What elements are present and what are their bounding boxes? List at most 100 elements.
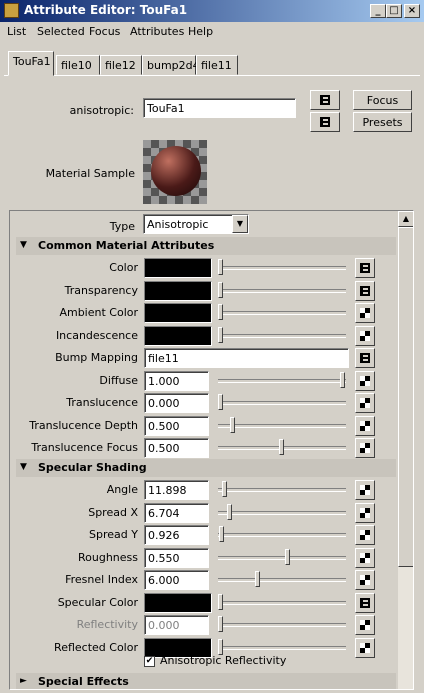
slider-handle[interactable]: [218, 259, 223, 275]
map-button[interactable]: [355, 592, 375, 613]
section-specular-shading[interactable]: ▼ Specular Shading: [16, 459, 396, 477]
scrollbar-thumb[interactable]: [398, 227, 413, 567]
value-field[interactable]: 0.926: [144, 525, 209, 545]
attr-label: Ambient Color: [59, 306, 138, 319]
value-slider[interactable]: [218, 371, 346, 388]
slider-handle[interactable]: [230, 416, 236, 433]
map-button[interactable]: [355, 280, 375, 301]
checker-map-icon: [360, 642, 370, 653]
map-button[interactable]: [355, 348, 375, 368]
checker-map-icon: [360, 308, 370, 318]
menu-selected[interactable]: Selected: [37, 25, 85, 38]
slider-handle[interactable]: [279, 439, 284, 455]
map-button[interactable]: [355, 303, 375, 323]
close-button[interactable]: ×: [404, 4, 420, 18]
color-swatch[interactable]: [144, 258, 212, 278]
value-field[interactable]: 0.000: [144, 615, 209, 635]
maya-app-icon: [4, 3, 19, 18]
slider-handle[interactable]: [218, 326, 223, 343]
map-button[interactable]: [355, 480, 375, 500]
value-field[interactable]: 0.000: [144, 393, 209, 413]
map-button[interactable]: [355, 525, 375, 545]
menu-list[interactable]: List: [7, 25, 26, 38]
node-name-field[interactable]: TouFa1: [143, 98, 296, 118]
value-slider[interactable]: [218, 326, 346, 343]
tab-toufa1[interactable]: TouFa1: [8, 51, 54, 76]
color-swatch[interactable]: [144, 592, 212, 613]
maximize-button[interactable]: □: [386, 4, 402, 18]
value-field[interactable]: 11.898: [144, 480, 209, 500]
tab-file10[interactable]: file10: [56, 55, 100, 75]
value-slider[interactable]: [218, 593, 346, 610]
value-slider[interactable]: [218, 394, 346, 410]
map-button[interactable]: [355, 637, 375, 658]
value-slider[interactable]: [218, 304, 346, 320]
value-slider[interactable]: [218, 416, 346, 433]
value-slider[interactable]: [218, 259, 346, 275]
title-bar: Attribute Editor: TouFa1 _ □ ×: [0, 0, 424, 22]
attr-row-translucence: Translucence 0.000: [10, 392, 398, 414]
value-field[interactable]: 0.500: [144, 415, 209, 436]
map-button[interactable]: [355, 438, 375, 458]
color-swatch[interactable]: [144, 280, 212, 301]
attr-label: Translucence: [66, 396, 138, 409]
slider-handle[interactable]: [221, 481, 227, 497]
map-button[interactable]: [355, 415, 375, 436]
value-slider[interactable]: [218, 571, 346, 587]
slider-handle[interactable]: [218, 638, 223, 655]
map-button[interactable]: [355, 570, 375, 590]
map-button[interactable]: [355, 615, 375, 635]
bump-map-field[interactable]: file11: [144, 348, 349, 368]
map-button[interactable]: [355, 258, 375, 278]
slider-handle[interactable]: [219, 526, 225, 542]
slider-handle[interactable]: [218, 304, 223, 320]
slider-handle[interactable]: [340, 371, 345, 388]
section-special-effects[interactable]: ► Special Effects: [16, 673, 396, 689]
tab-file11[interactable]: file11: [196, 55, 238, 75]
value-slider[interactable]: [218, 616, 346, 632]
menu-help[interactable]: Help: [188, 25, 213, 38]
map-button[interactable]: [355, 325, 375, 346]
anisotropic-reflectivity-checkbox[interactable]: ✔: [144, 656, 155, 667]
map-button[interactable]: [355, 370, 375, 391]
value-slider[interactable]: [218, 638, 346, 655]
value-slider[interactable]: [218, 439, 346, 455]
value-slider[interactable]: [218, 281, 346, 298]
value-slider[interactable]: [218, 526, 346, 542]
map-button[interactable]: [355, 502, 375, 523]
slider-handle[interactable]: [218, 616, 223, 632]
map-button[interactable]: [355, 547, 375, 568]
slider-handle[interactable]: [254, 571, 260, 587]
value-field[interactable]: 1.000: [144, 370, 209, 391]
slider-handle[interactable]: [226, 503, 232, 520]
value-field[interactable]: 6.704: [144, 502, 209, 523]
vertical-scrollbar[interactable]: ▲: [398, 211, 413, 689]
presets-button[interactable]: Presets: [353, 112, 412, 132]
focus-button[interactable]: Focus: [353, 90, 412, 110]
minimize-button[interactable]: _: [370, 4, 386, 18]
map-button[interactable]: [355, 393, 375, 413]
value-field[interactable]: 0.500: [144, 438, 209, 458]
arrow-in-icon: [320, 95, 330, 105]
value-slider[interactable]: [218, 503, 346, 520]
menu-attributes[interactable]: Attributes: [130, 25, 184, 38]
value-field[interactable]: 6.000: [144, 570, 209, 590]
tab-bump2d4[interactable]: bump2d4: [142, 55, 200, 75]
output-connection-button[interactable]: [310, 112, 340, 132]
input-connection-button[interactable]: [310, 90, 340, 110]
value-field[interactable]: 0.550: [144, 547, 209, 568]
expand-arrow-icon: ▼: [20, 462, 27, 472]
value-slider[interactable]: [218, 548, 346, 565]
attr-row-incandescence: Incandescence: [10, 325, 398, 347]
slider-handle[interactable]: [218, 593, 223, 610]
tab-file12[interactable]: file12: [100, 55, 142, 75]
color-swatch[interactable]: [144, 325, 212, 346]
slider-handle[interactable]: [218, 281, 223, 298]
slider-handle[interactable]: [218, 394, 223, 410]
scroll-up-arrow[interactable]: ▲: [398, 211, 413, 227]
value-slider[interactable]: [218, 481, 346, 497]
menu-focus[interactable]: Focus: [89, 25, 120, 38]
color-swatch[interactable]: [144, 303, 212, 323]
slider-handle[interactable]: [285, 548, 291, 565]
section-common-material[interactable]: ▼ Common Material Attributes: [16, 237, 396, 255]
